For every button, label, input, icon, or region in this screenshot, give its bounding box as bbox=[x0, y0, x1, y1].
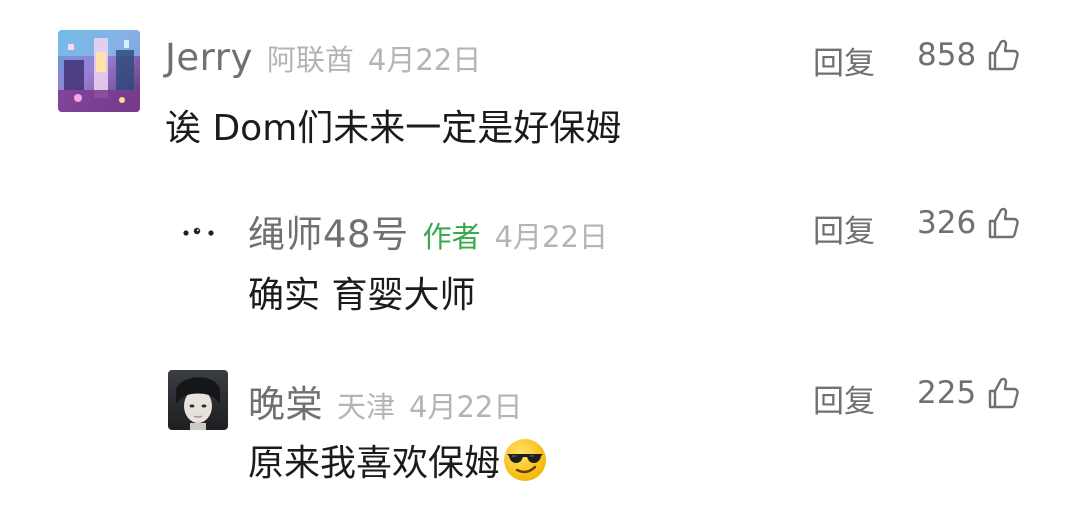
comment-date: 4月22日 bbox=[367, 43, 482, 77]
ip-location: 阿联酋 bbox=[266, 43, 354, 77]
avatar-portrait-photo bbox=[168, 370, 228, 430]
sunglasses-face-emoji bbox=[504, 439, 547, 481]
reply-item: 晚棠 天津 4月22日 回复 225 原来我喜欢保姆 bbox=[0, 340, 1080, 508]
avatar-neon-street-image bbox=[58, 30, 140, 112]
username[interactable]: 晚棠 bbox=[248, 374, 323, 428]
like-count: 858 bbox=[917, 37, 977, 73]
comment-text-row: 原来我喜欢保姆 bbox=[248, 434, 548, 486]
reply-button[interactable]: 回复 bbox=[813, 38, 875, 83]
comment-text: 确实 育婴大师 bbox=[248, 275, 476, 316]
comment-text: 原来我喜欢保姆 bbox=[248, 443, 501, 484]
avatar-dot-eyes bbox=[168, 200, 226, 258]
like-button[interactable]: 858 bbox=[917, 37, 1020, 73]
like-button[interactable]: 326 bbox=[917, 205, 1020, 241]
comment-date: 4月22日 bbox=[494, 220, 608, 254]
thumbs-up-icon bbox=[988, 39, 1019, 71]
comment-item: Jerry 阿联酋 4月22日 回复 858 诶 Dom们未来一定是好保姆 bbox=[0, 0, 1080, 170]
reply-button[interactable]: 回复 bbox=[813, 376, 875, 421]
comment-meta: 晚棠 天津 4月22日 bbox=[248, 374, 522, 428]
comment-text: 诶 Dom们未来一定是好保姆 bbox=[165, 108, 622, 149]
reply-button[interactable]: 回复 bbox=[813, 206, 875, 251]
thumbs-up-icon bbox=[988, 377, 1019, 409]
like-count: 225 bbox=[917, 375, 977, 411]
user-avatar[interactable] bbox=[168, 200, 226, 258]
username[interactable]: 绳师48号 bbox=[248, 204, 409, 258]
comment-meta: 绳师48号 作者 4月22日 bbox=[248, 204, 608, 258]
author-badge: 作者 bbox=[422, 220, 481, 254]
comment-date: 4月22日 bbox=[409, 390, 523, 424]
like-button[interactable]: 225 bbox=[917, 375, 1020, 411]
reply-item: 绳师48号 作者 4月22日 回复 326 确实 育婴大师 bbox=[0, 170, 1080, 340]
username[interactable]: Jerry bbox=[165, 36, 253, 79]
user-avatar[interactable] bbox=[168, 370, 228, 430]
like-count: 326 bbox=[917, 205, 977, 241]
ip-location: 天津 bbox=[337, 390, 396, 424]
comment-meta: Jerry 阿联酋 4月22日 bbox=[165, 36, 481, 79]
user-avatar[interactable] bbox=[58, 30, 140, 112]
thumbs-up-icon bbox=[988, 207, 1019, 239]
